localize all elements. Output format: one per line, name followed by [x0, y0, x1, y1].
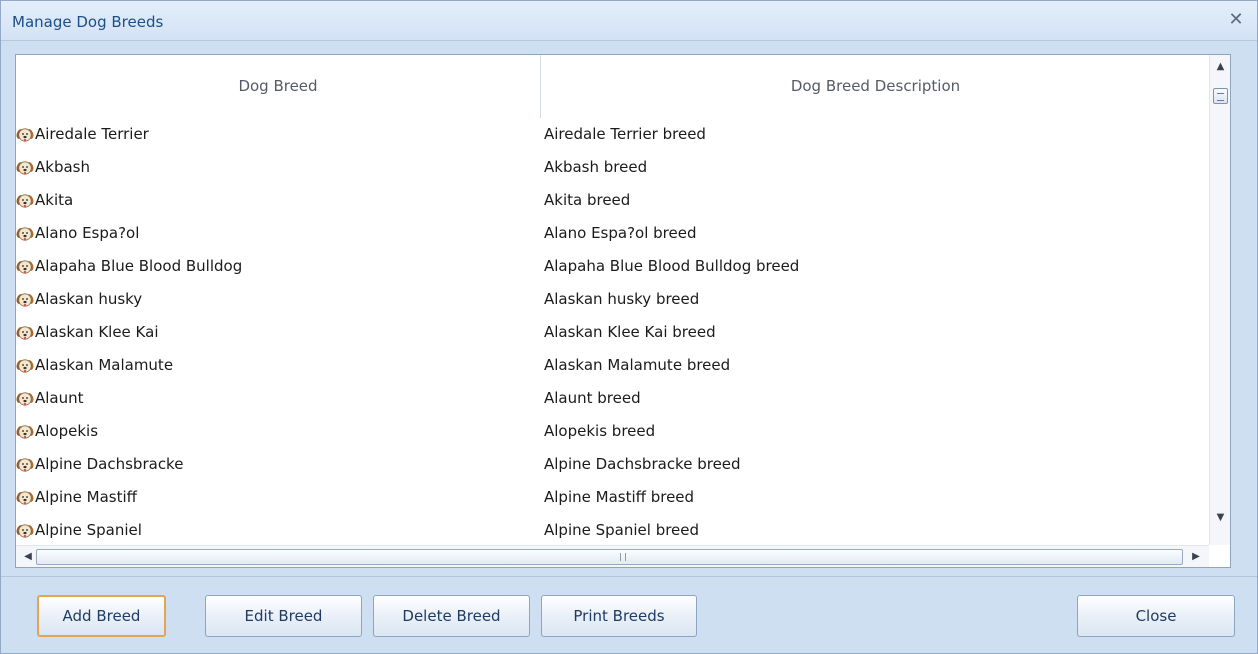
table-row[interactable]: Alpine Mastiff Alpine Mastiff breed — [16, 481, 1209, 514]
vertical-scroll-thumb[interactable] — [1213, 88, 1228, 104]
breed-name: Akbash — [35, 158, 90, 176]
close-button[interactable]: Close — [1077, 595, 1235, 637]
breed-name: Alopekis — [35, 422, 99, 440]
dog-breed-icon — [16, 258, 34, 276]
cell-dog-breed[interactable]: Akbash — [16, 151, 541, 184]
cell-dog-breed-description[interactable]: Alaunt breed — [544, 382, 1204, 415]
cell-dog-breed[interactable]: Alopekis — [16, 415, 541, 448]
cell-dog-breed[interactable]: Alaskan Klee Kai — [16, 316, 541, 349]
table-row[interactable]: Alopekis Alopekis breed — [16, 415, 1209, 448]
dog-breed-icon — [16, 159, 34, 177]
grid-header: Dog Breed Dog Breed Description — [16, 55, 1209, 118]
print-breeds-button[interactable]: Print Breeds — [541, 595, 697, 637]
breed-name: Alpine Spaniel — [35, 521, 142, 538]
dog-breed-icon — [16, 324, 34, 342]
cell-dog-breed-description[interactable]: Alaskan Malamute breed — [544, 349, 1204, 382]
vertical-scrollbar[interactable]: ▲ ▼ — [1209, 55, 1230, 545]
dog-breed-icon — [16, 225, 34, 243]
table-row[interactable]: Alaunt Alaunt breed — [16, 382, 1209, 415]
grid-rows: Airedale Terrier Airedale Terrier breed Ak… — [16, 118, 1209, 538]
horizontal-scroll-thumb[interactable] — [36, 549, 1183, 565]
dog-breed-icon — [16, 357, 34, 375]
add-breed-button[interactable]: Add Breed — [37, 595, 166, 637]
cell-dog-breed-description[interactable]: Alpine Mastiff breed — [544, 481, 1204, 514]
table-row[interactable]: Alapaha Blue Blood Bulldog Alapaha Blue B… — [16, 250, 1209, 283]
window-title: Manage Dog Breeds — [12, 13, 164, 31]
breeds-grid: Dog Breed Dog Breed Description Airedale… — [15, 54, 1231, 568]
cell-dog-breed[interactable]: Alaskan Malamute — [16, 349, 541, 382]
cell-dog-breed-description[interactable]: Alaskan Klee Kai breed — [544, 316, 1204, 349]
delete-breed-button[interactable]: Delete Breed — [373, 595, 530, 637]
cell-dog-breed[interactable]: Alpine Dachsbracke — [16, 448, 541, 481]
close-icon[interactable]: ✕ — [1225, 9, 1247, 31]
dog-breed-icon — [16, 456, 34, 474]
cell-dog-breed[interactable]: Akita — [16, 184, 541, 217]
horizontal-scrollbar[interactable]: ◀ ▶ — [16, 545, 1209, 567]
table-row[interactable]: Alpine Spaniel Alpine Spaniel breed — [16, 514, 1209, 538]
cell-dog-breed-description[interactable]: Alapaha Blue Blood Bulldog breed — [544, 250, 1204, 283]
breed-name: Alaskan Klee Kai — [35, 323, 159, 341]
table-row[interactable]: Alaskan Malamute Alaskan Malamute breed — [16, 349, 1209, 382]
dog-breed-icon — [16, 423, 34, 441]
scroll-down-icon[interactable]: ▼ — [1210, 510, 1230, 526]
breed-name: Akita — [35, 191, 74, 209]
cell-dog-breed-description[interactable]: Akbash breed — [544, 151, 1204, 184]
scroll-right-icon[interactable]: ▶ — [1188, 548, 1204, 566]
breed-name: Alaskan Malamute — [35, 356, 174, 374]
cell-dog-breed-description[interactable]: Airedale Terrier breed — [544, 118, 1204, 151]
table-row[interactable]: Airedale Terrier Airedale Terrier breed — [16, 118, 1209, 151]
cell-dog-breed[interactable]: Alapaha Blue Blood Bulldog — [16, 250, 541, 283]
manage-dog-breeds-window: Manage Dog Breeds ✕ Dog Breed Dog Breed … — [0, 0, 1258, 654]
cell-dog-breed[interactable]: Alaunt — [16, 382, 541, 415]
cell-dog-breed-description[interactable]: Akita breed — [544, 184, 1204, 217]
table-row[interactable]: Akbash Akbash breed — [16, 151, 1209, 184]
cell-dog-breed[interactable]: Alpine Mastiff — [16, 481, 541, 514]
dog-breed-icon — [16, 390, 34, 408]
cell-dog-breed[interactable]: Alpine Spaniel — [16, 514, 541, 538]
breed-name: Alpine Dachsbracke — [35, 455, 184, 473]
scroll-left-icon[interactable]: ◀ — [20, 548, 36, 566]
scroll-up-icon[interactable]: ▲ — [1210, 59, 1230, 75]
column-header-dog-breed-description[interactable]: Dog Breed Description — [542, 55, 1209, 118]
cell-dog-breed[interactable]: Alano Espa?ol — [16, 217, 541, 250]
dog-breed-icon — [16, 489, 34, 507]
cell-dog-breed-description[interactable]: Alpine Spaniel breed — [544, 514, 1204, 538]
cell-dog-breed-description[interactable]: Alaskan husky breed — [544, 283, 1204, 316]
breed-name: Alpine Mastiff — [35, 488, 137, 506]
cell-dog-breed-description[interactable]: Alopekis breed — [544, 415, 1204, 448]
scrollbar-corner — [1209, 545, 1230, 567]
cell-dog-breed[interactable]: Airedale Terrier — [16, 118, 541, 151]
scroll-grip-icon — [620, 553, 626, 561]
table-row[interactable]: Akita Akita breed — [16, 184, 1209, 217]
button-bar: Add Breed Edit Breed Delete Breed Print … — [1, 576, 1257, 654]
title-bar: Manage Dog Breeds ✕ — [1, 1, 1257, 41]
cell-dog-breed-description[interactable]: Alpine Dachsbracke breed — [544, 448, 1204, 481]
edit-breed-button[interactable]: Edit Breed — [205, 595, 362, 637]
table-row[interactable]: Alaskan husky Alaskan husky breed — [16, 283, 1209, 316]
breed-name: Alano Espa?ol — [35, 224, 140, 242]
breed-name: Airedale Terrier — [35, 125, 149, 143]
dog-breed-icon — [16, 522, 34, 538]
table-row[interactable]: Alano Espa?ol Alano Espa?ol breed — [16, 217, 1209, 250]
breed-name: Alapaha Blue Blood Bulldog — [35, 257, 243, 275]
dog-breed-icon — [16, 192, 34, 210]
table-row[interactable]: Alaskan Klee Kai Alaskan Klee Kai breed — [16, 316, 1209, 349]
dog-breed-icon — [16, 291, 34, 309]
column-header-dog-breed[interactable]: Dog Breed — [16, 55, 541, 118]
breed-name: Alaskan husky — [35, 290, 143, 308]
table-row[interactable]: Alpine Dachsbracke Alpine Dachsbracke bre… — [16, 448, 1209, 481]
breed-name: Alaunt — [35, 389, 84, 407]
cell-dog-breed-description[interactable]: Alano Espa?ol breed — [544, 217, 1204, 250]
dog-breed-icon — [16, 126, 34, 144]
cell-dog-breed[interactable]: Alaskan husky — [16, 283, 541, 316]
